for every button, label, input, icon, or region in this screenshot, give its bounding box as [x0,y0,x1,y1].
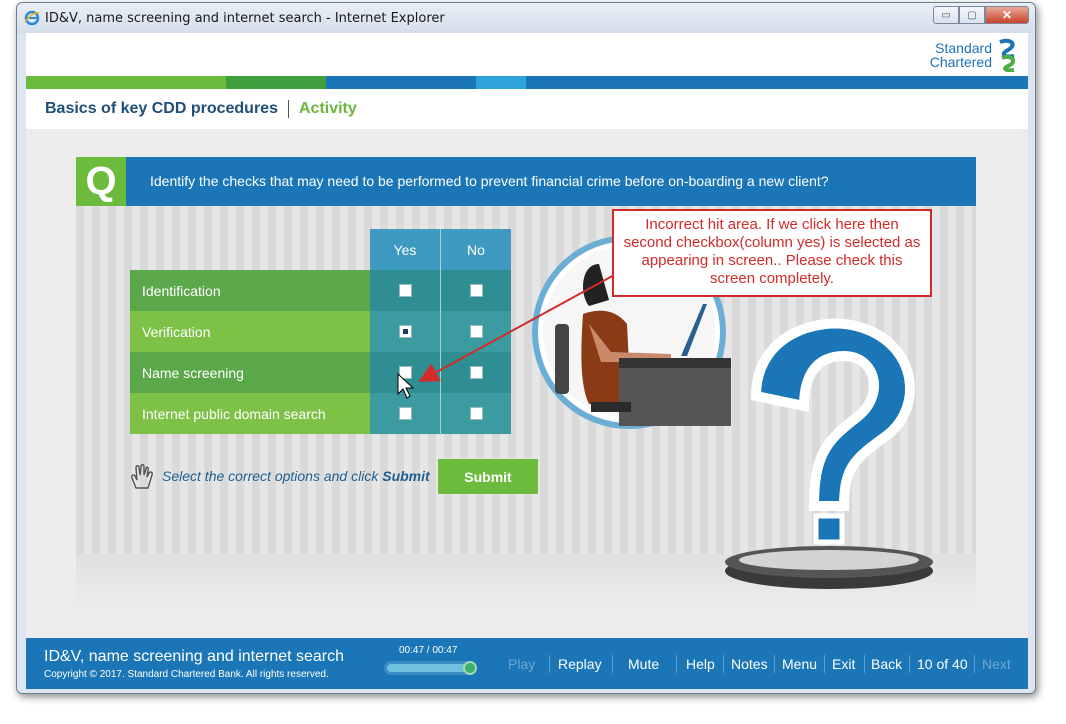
window-controls: ▭ ▢ ✕ [933,6,1029,24]
nav-divider [864,655,865,673]
title-bar: ID&V, name screening and internet search… [17,3,1035,33]
player-footer: ID&V, name screening and internet search… [26,638,1028,689]
activity-area: Yes No Identification Verification Name … [76,206,976,605]
activity-stage: Q Identify the checks that may need to b… [26,129,1028,639]
nav-divider [774,655,775,673]
maximize-button[interactable]: ▢ [959,6,985,24]
seek-fill [387,664,471,672]
module-title: ID&V, name screening and internet search [44,648,345,665]
back-button[interactable]: Back [871,656,902,672]
logo-mark-icon [999,38,1016,72]
audio-seek-bar[interactable] [384,661,477,675]
stripe-1 [26,76,226,89]
breadcrumb-divider [287,100,289,118]
replay-button[interactable]: Replay [558,656,602,672]
course-title: Basics of key CDD procedures [45,100,278,117]
question-badge: Q [76,157,126,206]
logo-line-1: Standard [935,40,992,56]
nav-divider [909,655,910,673]
standard-chartered-logo: Standard Chartered [930,38,1020,72]
nav-divider [723,655,724,673]
brand-stripes [26,76,1028,89]
window-title: ID&V, name screening and internet search… [45,11,445,26]
notes-button[interactable]: Notes [731,656,768,672]
question-text: Identify the checks that may need to be … [150,173,829,189]
exit-button[interactable]: Exit [832,656,855,672]
mute-button[interactable]: Mute [628,656,659,672]
nav-divider [824,655,825,673]
play-button[interactable]: Play [508,656,535,672]
review-comment-callout: Incorrect hit area. If we click here the… [612,209,932,297]
copyright: Copyright © 2017. Standard Chartered Ban… [44,669,329,680]
stripe-2 [226,76,326,89]
help-button[interactable]: Help [686,656,715,672]
page-indicator: 10 of 40 [917,656,968,672]
stripe-3 [326,76,476,89]
menu-button[interactable]: Menu [782,656,817,672]
close-button[interactable]: ✕ [985,6,1029,24]
internet-explorer-icon [24,10,40,26]
logo-line-2: Chartered [929,54,992,70]
minimize-button[interactable]: ▭ [933,6,959,24]
timer: 00:47 / 00:47 [399,645,458,656]
stripe-4 [476,76,526,89]
course-player: Standard Chartered Basics of key CDD pro… [26,33,1028,689]
stripe-5 [526,76,1028,89]
nav-divider [676,655,677,673]
section-title: Activity [298,100,357,117]
nav-divider [612,655,613,673]
next-button[interactable]: Next [982,656,1011,672]
ie-window: ID&V, name screening and internet search… [16,2,1036,694]
nav-divider [974,655,975,673]
seek-handle[interactable] [463,661,477,675]
breadcrumb: Basics of key CDD procedures Activity [45,100,357,118]
nav-divider [549,655,550,673]
question-bar: Q Identify the checks that may need to b… [76,157,976,206]
